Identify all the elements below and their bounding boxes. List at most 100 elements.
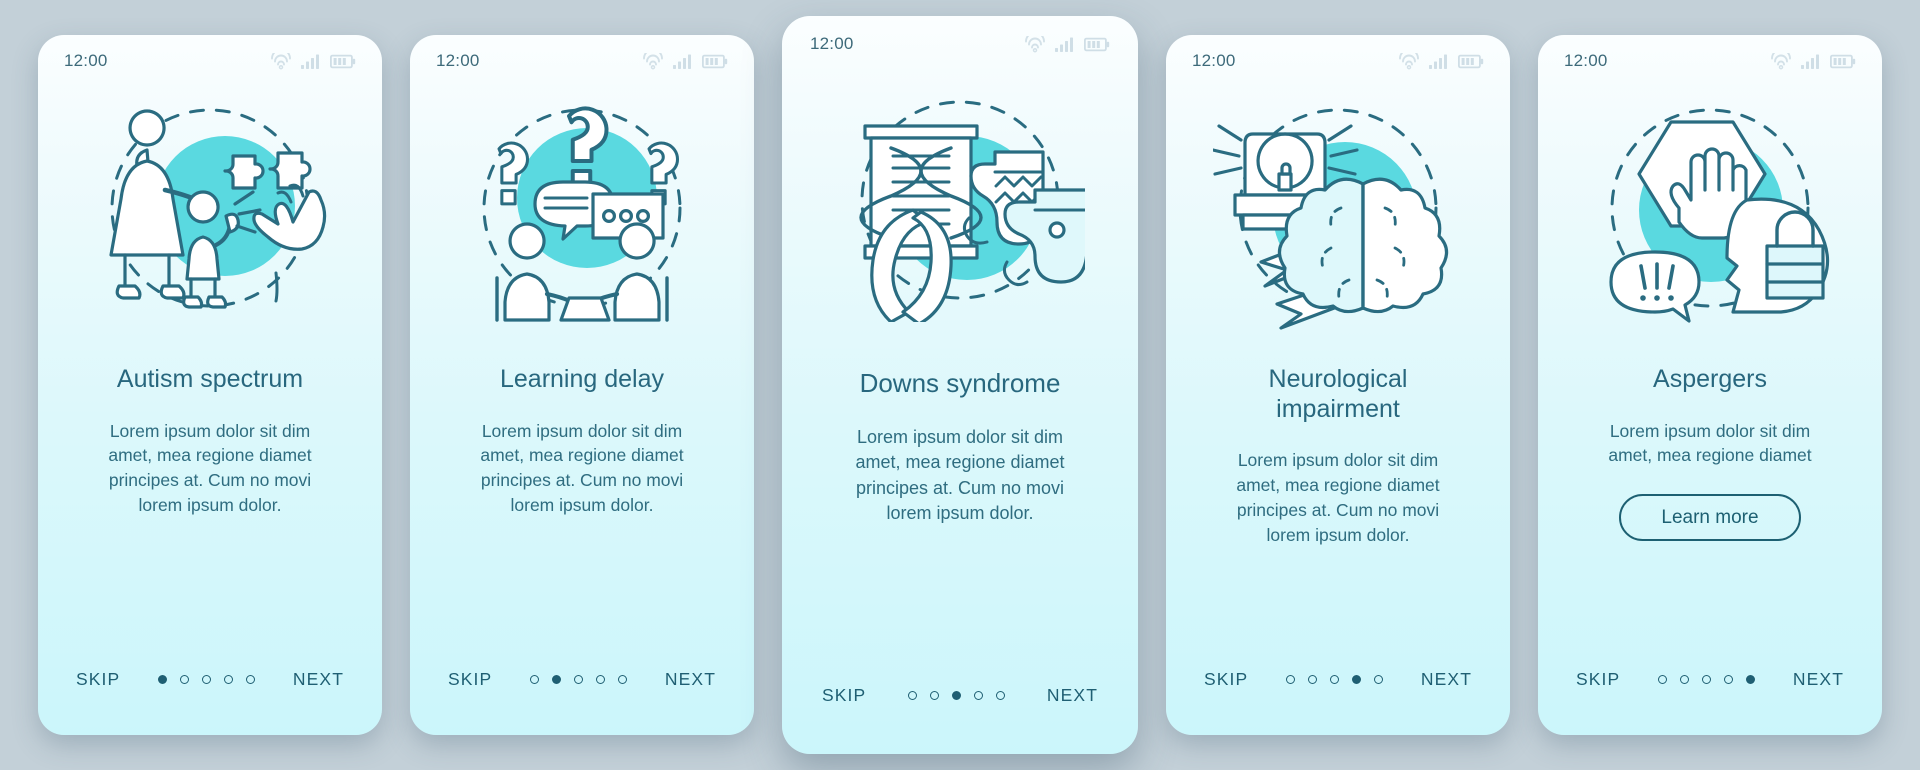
- screen-title: Downs syndrome: [859, 368, 1061, 398]
- battery-icon: [1830, 54, 1856, 68]
- cellular-signal-icon: [1055, 37, 1073, 52]
- pagination-dot-2[interactable]: [1308, 674, 1318, 684]
- status-bar-icons: [1770, 52, 1856, 70]
- pagination-dot-1[interactable]: [1658, 674, 1668, 684]
- next-button[interactable]: NEXT: [663, 665, 718, 694]
- next-button[interactable]: NEXT: [1419, 665, 1474, 694]
- battery-icon: [330, 54, 356, 68]
- wifi-icon: [643, 52, 663, 69]
- pagination-dot-2[interactable]: [1680, 674, 1690, 684]
- onboarding-screen-autism-spectrum: 12:00 Autism spectrum Lorem ipsum dolor si…: [38, 35, 382, 735]
- siren-lightning-brain-icon: [1213, 108, 1449, 330]
- skip-button[interactable]: SKIP: [1574, 665, 1622, 694]
- pagination-dot-5[interactable]: [618, 674, 628, 684]
- screen-body: Autism spectrum Lorem ipsum dolor sit dim…: [38, 335, 382, 623]
- skip-button[interactable]: SKIP: [446, 665, 494, 694]
- pagination-dots: [908, 690, 1006, 700]
- illustration-mother-child-puzzle-clapping-hands-icon: [38, 87, 382, 335]
- screen-description: Lorem ipsum dolor sit dim amet, mea regi…: [108, 420, 312, 516]
- screen-description: Lorem ipsum dolor sit dim amet, mea regi…: [1236, 450, 1440, 545]
- status-bar-icons: [1398, 52, 1484, 70]
- onboarding-nav: SKIP NEXT: [1538, 623, 1882, 735]
- pagination-dot-1[interactable]: [158, 674, 168, 684]
- skip-button[interactable]: SKIP: [1202, 665, 1250, 694]
- status-bar: 12:00: [1166, 35, 1510, 87]
- status-bar: 12:00: [410, 35, 754, 87]
- mother-child-puzzle-clapping-hands-icon: [109, 108, 327, 309]
- pagination-dot-4[interactable]: [974, 690, 984, 700]
- pagination-dot-1[interactable]: [908, 690, 918, 700]
- pagination-dots: [530, 674, 628, 684]
- status-bar-time: 12:00: [810, 34, 854, 53]
- pagination-dots: [158, 674, 256, 684]
- onboarding-nav: SKIP NEXT: [38, 623, 382, 735]
- skip-button[interactable]: SKIP: [74, 665, 122, 694]
- status-bar-time: 12:00: [1564, 51, 1608, 70]
- pagination-dot-5[interactable]: [996, 690, 1006, 700]
- status-bar-time: 12:00: [436, 51, 480, 70]
- status-bar-icons: [642, 52, 728, 70]
- pagination-dot-5[interactable]: [1746, 674, 1756, 684]
- status-bar-time: 12:00: [1192, 51, 1236, 70]
- pagination-dot-3[interactable]: [1330, 674, 1340, 684]
- pagination-dots: [1658, 674, 1756, 684]
- status-bar: 12:00: [1538, 35, 1882, 87]
- screen-body: Downs syndrome Lorem ipsum dolor sit dim …: [782, 334, 1138, 636]
- wifi-icon: [1399, 52, 1419, 69]
- next-button[interactable]: NEXT: [291, 665, 346, 694]
- pagination-dot-1[interactable]: [1286, 674, 1296, 684]
- onboarding-screen-learning-delay: 12:00 Learning delay Lorem ipsum dolor sit…: [410, 35, 754, 735]
- onboarding-screens-stage: 12:00 Autism spectrum Lorem ipsum dolor si…: [0, 0, 1920, 770]
- cellular-signal-icon: [1429, 54, 1447, 69]
- cellular-signal-icon: [673, 54, 691, 69]
- pagination-dot-4[interactable]: [1352, 674, 1362, 684]
- screen-body: Neurological impairment Lorem ipsum dolor…: [1166, 335, 1510, 623]
- illustration-dna-helix-socks-ribbon-icon: [782, 72, 1138, 334]
- status-bar-icons: [270, 52, 356, 70]
- screen-description: Lorem ipsum dolor sit dim amet, mea regi…: [480, 420, 684, 516]
- pagination-dot-2[interactable]: [180, 674, 190, 684]
- skip-button[interactable]: SKIP: [820, 681, 868, 710]
- illustration-siren-lightning-brain-icon: [1166, 87, 1510, 335]
- screen-body: Aspergers Lorem ipsum dolor sit dim amet,…: [1538, 335, 1882, 623]
- screen-title: Autism spectrum: [116, 365, 304, 393]
- pagination-dot-3[interactable]: [202, 674, 212, 684]
- wifi-icon: [1025, 35, 1045, 52]
- pagination-dot-5[interactable]: [1374, 674, 1384, 684]
- stop-hand-bubble-head-lock-icon: [1609, 108, 1830, 323]
- battery-icon: [1458, 54, 1484, 68]
- wifi-icon: [1771, 52, 1791, 69]
- learn-more-button[interactable]: Learn more: [1619, 494, 1801, 542]
- pagination-dot-3[interactable]: [1702, 674, 1712, 684]
- pagination-dot-4[interactable]: [596, 674, 606, 684]
- onboarding-nav: SKIP NEXT: [1166, 623, 1510, 735]
- screen-description: Lorem ipsum dolor sit dim amet, mea regi…: [1608, 420, 1812, 466]
- next-button[interactable]: NEXT: [1045, 681, 1100, 710]
- pagination-dot-1[interactable]: [530, 674, 540, 684]
- pagination-dot-2[interactable]: [552, 674, 562, 684]
- screen-body: Learning delay Lorem ipsum dolor sit dim …: [410, 335, 754, 623]
- pagination-dot-3[interactable]: [952, 690, 962, 700]
- screen-title: Aspergers: [1653, 365, 1767, 393]
- pagination-dot-4[interactable]: [224, 674, 234, 684]
- question-marks-speech-bubbles-people-icon: [482, 106, 682, 322]
- pagination-dot-4[interactable]: [1724, 674, 1734, 684]
- pagination-dots: [1286, 674, 1384, 684]
- pagination-dot-5[interactable]: [246, 674, 256, 684]
- illustration-question-marks-speech-bubbles-people-icon: [410, 87, 754, 335]
- status-bar-icons: [1024, 35, 1110, 53]
- pagination-dot-2[interactable]: [930, 690, 940, 700]
- onboarding-nav: SKIP NEXT: [410, 623, 754, 735]
- screen-title: Learning delay: [499, 365, 664, 393]
- pagination-dot-3[interactable]: [574, 674, 584, 684]
- screen-description: Lorem ipsum dolor sit dim amet, mea regi…: [855, 426, 1065, 524]
- next-button[interactable]: NEXT: [1791, 665, 1846, 694]
- wifi-icon: [271, 52, 291, 69]
- cellular-signal-icon: [1801, 54, 1819, 69]
- status-bar: 12:00: [38, 35, 382, 87]
- cellular-signal-icon: [301, 54, 319, 69]
- battery-icon: [1084, 37, 1110, 51]
- onboarding-screen-neurological-impairment: 12:00 Neurological impairment Lorem ipsum …: [1166, 35, 1510, 735]
- onboarding-screen-downs-syndrome: 12:00 Downs syndrome Lorem ipsum dolor sit…: [782, 16, 1138, 754]
- illustration-stop-hand-bubble-head-lock-icon: [1538, 87, 1882, 335]
